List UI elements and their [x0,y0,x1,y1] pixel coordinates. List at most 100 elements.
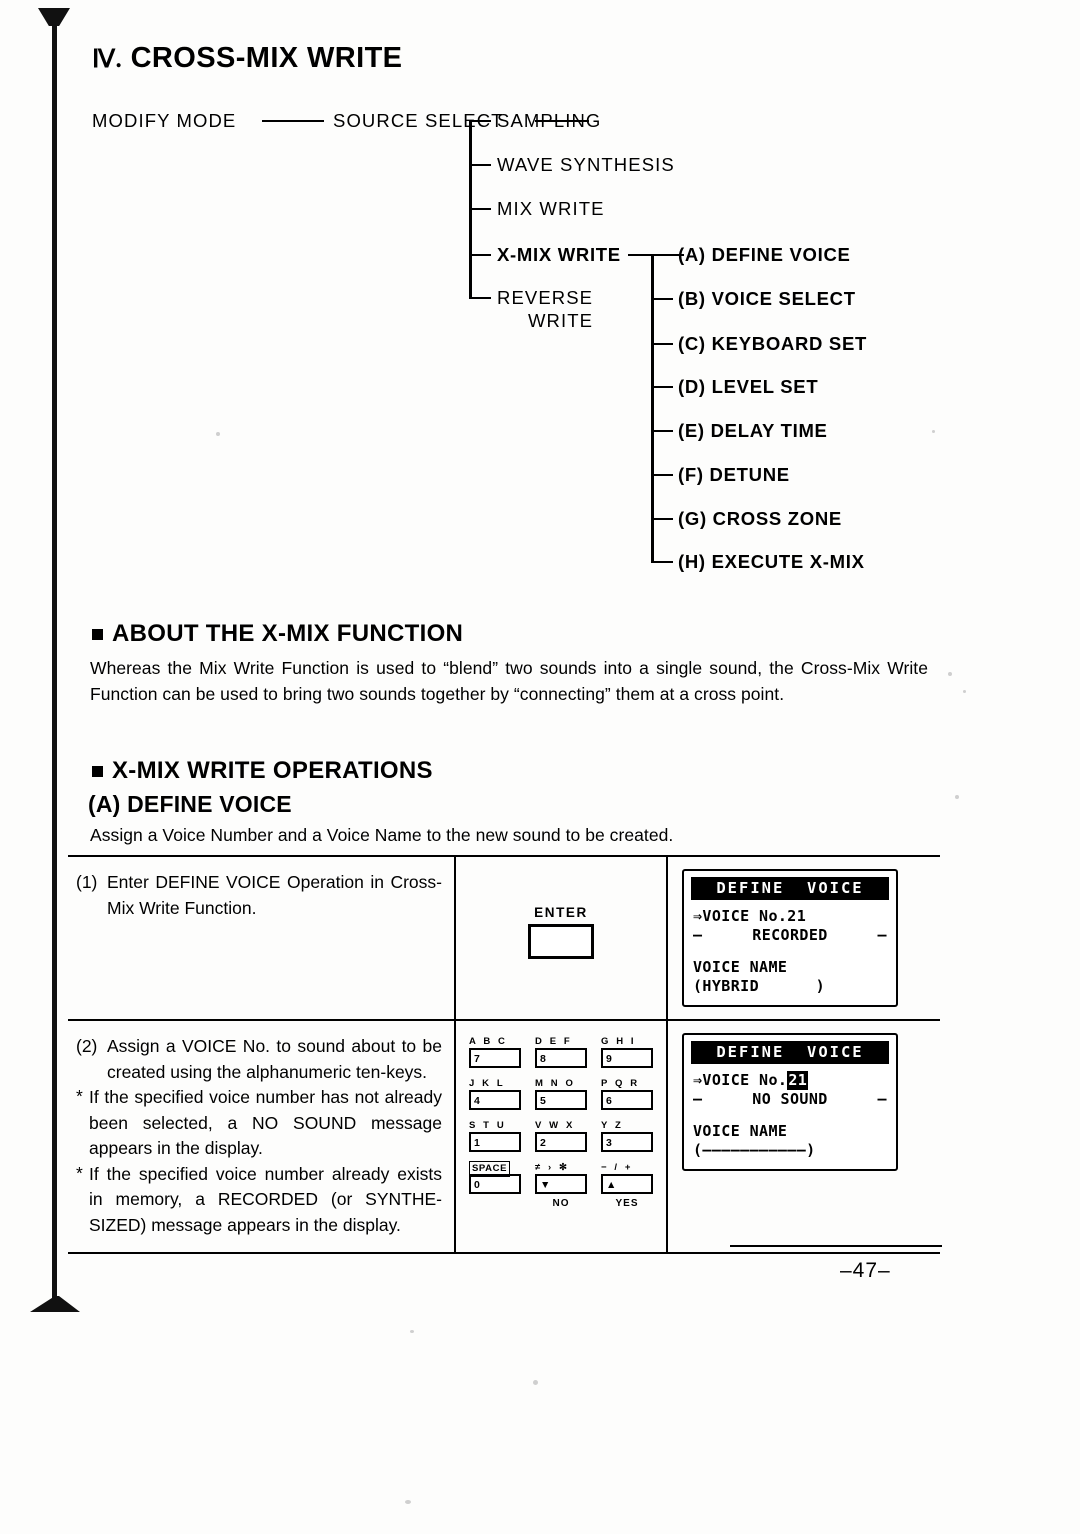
enter-button[interactable] [528,924,594,959]
scan-speck [963,690,966,693]
keypad-caption-jkl: J K L [469,1078,506,1089]
tree-item-x-mix-write: X-MIX WRITE [497,244,621,265]
tree-stub-wave-synthesis [469,164,491,167]
tree-subitem-detune: (F) DETUNE [678,464,790,485]
keypad-cell: M N O 5 [535,1077,587,1110]
keypad-caption-mno: M N O [535,1078,576,1089]
keypad-key-3[interactable]: 3 [601,1132,653,1152]
scan-speck [405,1500,411,1504]
step-2: (2) Assign a VOICE No. to sound about to… [76,1034,442,1085]
keypad-row: SPACE 0 ≠ › ✻ ▼ NO − / + ▲ YES [469,1161,653,1210]
keypad-key-0[interactable]: 0 [469,1174,521,1194]
tree-item-wave-synthesis: WAVE SYNTHESIS [497,154,675,175]
scan-speck [410,1330,414,1333]
tree-stub-sampling [469,120,491,123]
operations-section-heading: X-MIX WRITE OPERATIONS [92,757,433,785]
tree-substub-f [651,474,673,477]
keypad-key-6[interactable]: 6 [601,1090,653,1110]
square-bullet-icon [92,766,103,777]
keypad-foot-blank [469,1198,521,1210]
keypad-key-down-arrow[interactable]: ▼ [535,1174,587,1194]
tree-substub-d [651,386,673,389]
tree-subitem-execute-x-mix: (H) EXECUTE X-MIX [678,551,865,572]
lcd-2-flank-right: – [877,1090,887,1108]
lcd-1-flank-left: – [693,926,703,944]
keypad-cell: P Q R 6 [601,1077,653,1110]
lcd-1-body: ⇒VOICE No.21 – RECORDED – VOICE NAME (HY… [691,900,889,996]
scan-speck [533,1380,538,1385]
tree-substub-b [651,298,673,301]
tree-item-reverse-line2: WRITE [528,310,594,331]
keypad-key-8[interactable]: 8 [535,1048,587,1068]
step-description-cell: (1) Enter DEFINE VOICE Operation in Cros… [68,857,456,1019]
square-bullet-icon [92,629,103,640]
tree-substub-e [651,430,673,433]
lcd-display-2: DEFINE VOICE ⇒VOICE No.21 – NO SOUND – V… [682,1033,898,1171]
keypad-row: A B C 7 D E F 8 G H I 9 [469,1035,653,1068]
tree-stub-x-mix-write [469,254,491,257]
keypad-cell: S T U 1 [469,1119,521,1152]
about-section-heading: ABOUT THE X-MIX FUNCTION [92,620,463,648]
keypad-cell: ≠ › ✻ ▼ NO [535,1161,587,1210]
keypad-key-1[interactable]: 1 [469,1132,521,1152]
control-cell: A B C 7 D E F 8 G H I 9 J K L 4 M N O 5 … [456,1021,668,1252]
tree-substub-h [651,561,673,564]
keypad-key-9[interactable]: 9 [601,1048,653,1068]
about-paragraph: Whereas the Mix Write Function is used t… [90,658,928,704]
keypad-caption-pqr: P Q R [601,1078,640,1089]
keypad-key-up-arrow[interactable]: ▲ [601,1174,653,1194]
display-cell: DEFINE VOICE ⇒VOICE No.21 – NO SOUND – V… [668,1021,940,1252]
table-row: (2) Assign a VOICE No. to sound about to… [68,1019,940,1252]
asterisk-icon: * [76,1086,83,1106]
keypad-caption-stu: S T U [469,1120,507,1131]
keypad-caption-vwx: V W X [535,1120,575,1131]
enter-key-label: ENTER [534,905,588,920]
step-description-cell: (2) Assign a VOICE No. to sound about to… [68,1021,456,1252]
tree-subitem-level-set: (D) LEVEL SET [678,376,819,397]
step-1-text: Enter DEFINE VOICE Operation in Cross-Mi… [107,872,442,918]
keypad-cell: − / + ▲ YES [601,1161,653,1210]
control-cell: ENTER [456,857,668,1019]
step-2-note-2: * If the specified voice number already e… [76,1162,442,1239]
keypad-caption-yz: Y Z [601,1120,624,1131]
keypad-caption-ghi: G H I [601,1036,637,1047]
display-cell: DEFINE VOICE ⇒VOICE No.21 – RECORDED – V… [668,857,940,1019]
menu-tree-diagram: MODIFY MODE SOURCE SELECT SAMPLING WAVE … [0,0,1080,600]
keypad-key-4[interactable]: 4 [469,1090,521,1110]
tree-substub-g [651,518,673,521]
alphanumeric-ten-keypad[interactable]: A B C 7 D E F 8 G H I 9 J K L 4 M N O 5 … [469,1035,653,1219]
lcd-display-1: DEFINE VOICE ⇒VOICE No.21 – RECORDED – V… [682,869,898,1007]
step-2-number: (2) [76,1036,98,1056]
operations-intro: Assign a Voice Number and a Voice Name t… [90,825,674,845]
step-2-note-1-text: If the specified voice number has not al… [89,1087,442,1158]
operations-subheading: (A) DEFINE VOICE [88,791,292,817]
lcd-2-spacer [693,1109,887,1122]
operations-table: (1) Enter DEFINE VOICE Operation in Cros… [68,855,940,1254]
keypad-foot-no: NO [552,1198,570,1209]
tree-stub-reverse-write [469,297,491,300]
keypad-caption-def: D E F [535,1036,573,1047]
keypad-key-7[interactable]: 7 [469,1048,521,1068]
keypad-caption-space: SPACE [469,1161,511,1177]
lcd-1-spacer [693,945,887,958]
tree-substub-a [651,254,673,257]
enter-key-group[interactable]: ENTER [528,905,594,959]
tree-substub-c [651,343,673,346]
keypad-cell: G H I 9 [601,1035,653,1068]
keypad-key-2[interactable]: 2 [535,1132,587,1152]
scan-speck [955,795,959,799]
lcd-1-status-row: – RECORDED – [693,926,887,945]
step-1-number: (1) [76,872,98,892]
keypad-cell: V W X 2 [535,1119,587,1152]
tree-subitem-delay-time: (E) DELAY TIME [678,420,828,441]
page-number: –47– [840,1259,891,1282]
keypad-key-5[interactable]: 5 [535,1090,587,1110]
keypad-row: S T U 1 V W X 2 Y Z 3 [469,1119,653,1152]
keypad-caption-space-wrap: SPACE [469,1161,521,1177]
keypad-cell: D E F 8 [535,1035,587,1068]
keypad-row: J K L 4 M N O 5 P Q R 6 [469,1077,653,1110]
lcd-1-voice-name-label: VOICE NAME [693,958,788,976]
lcd-1-status: RECORDED [752,926,828,944]
lcd-1-flank-right: – [877,926,887,944]
tree-item-mix-write: MIX WRITE [497,198,605,219]
